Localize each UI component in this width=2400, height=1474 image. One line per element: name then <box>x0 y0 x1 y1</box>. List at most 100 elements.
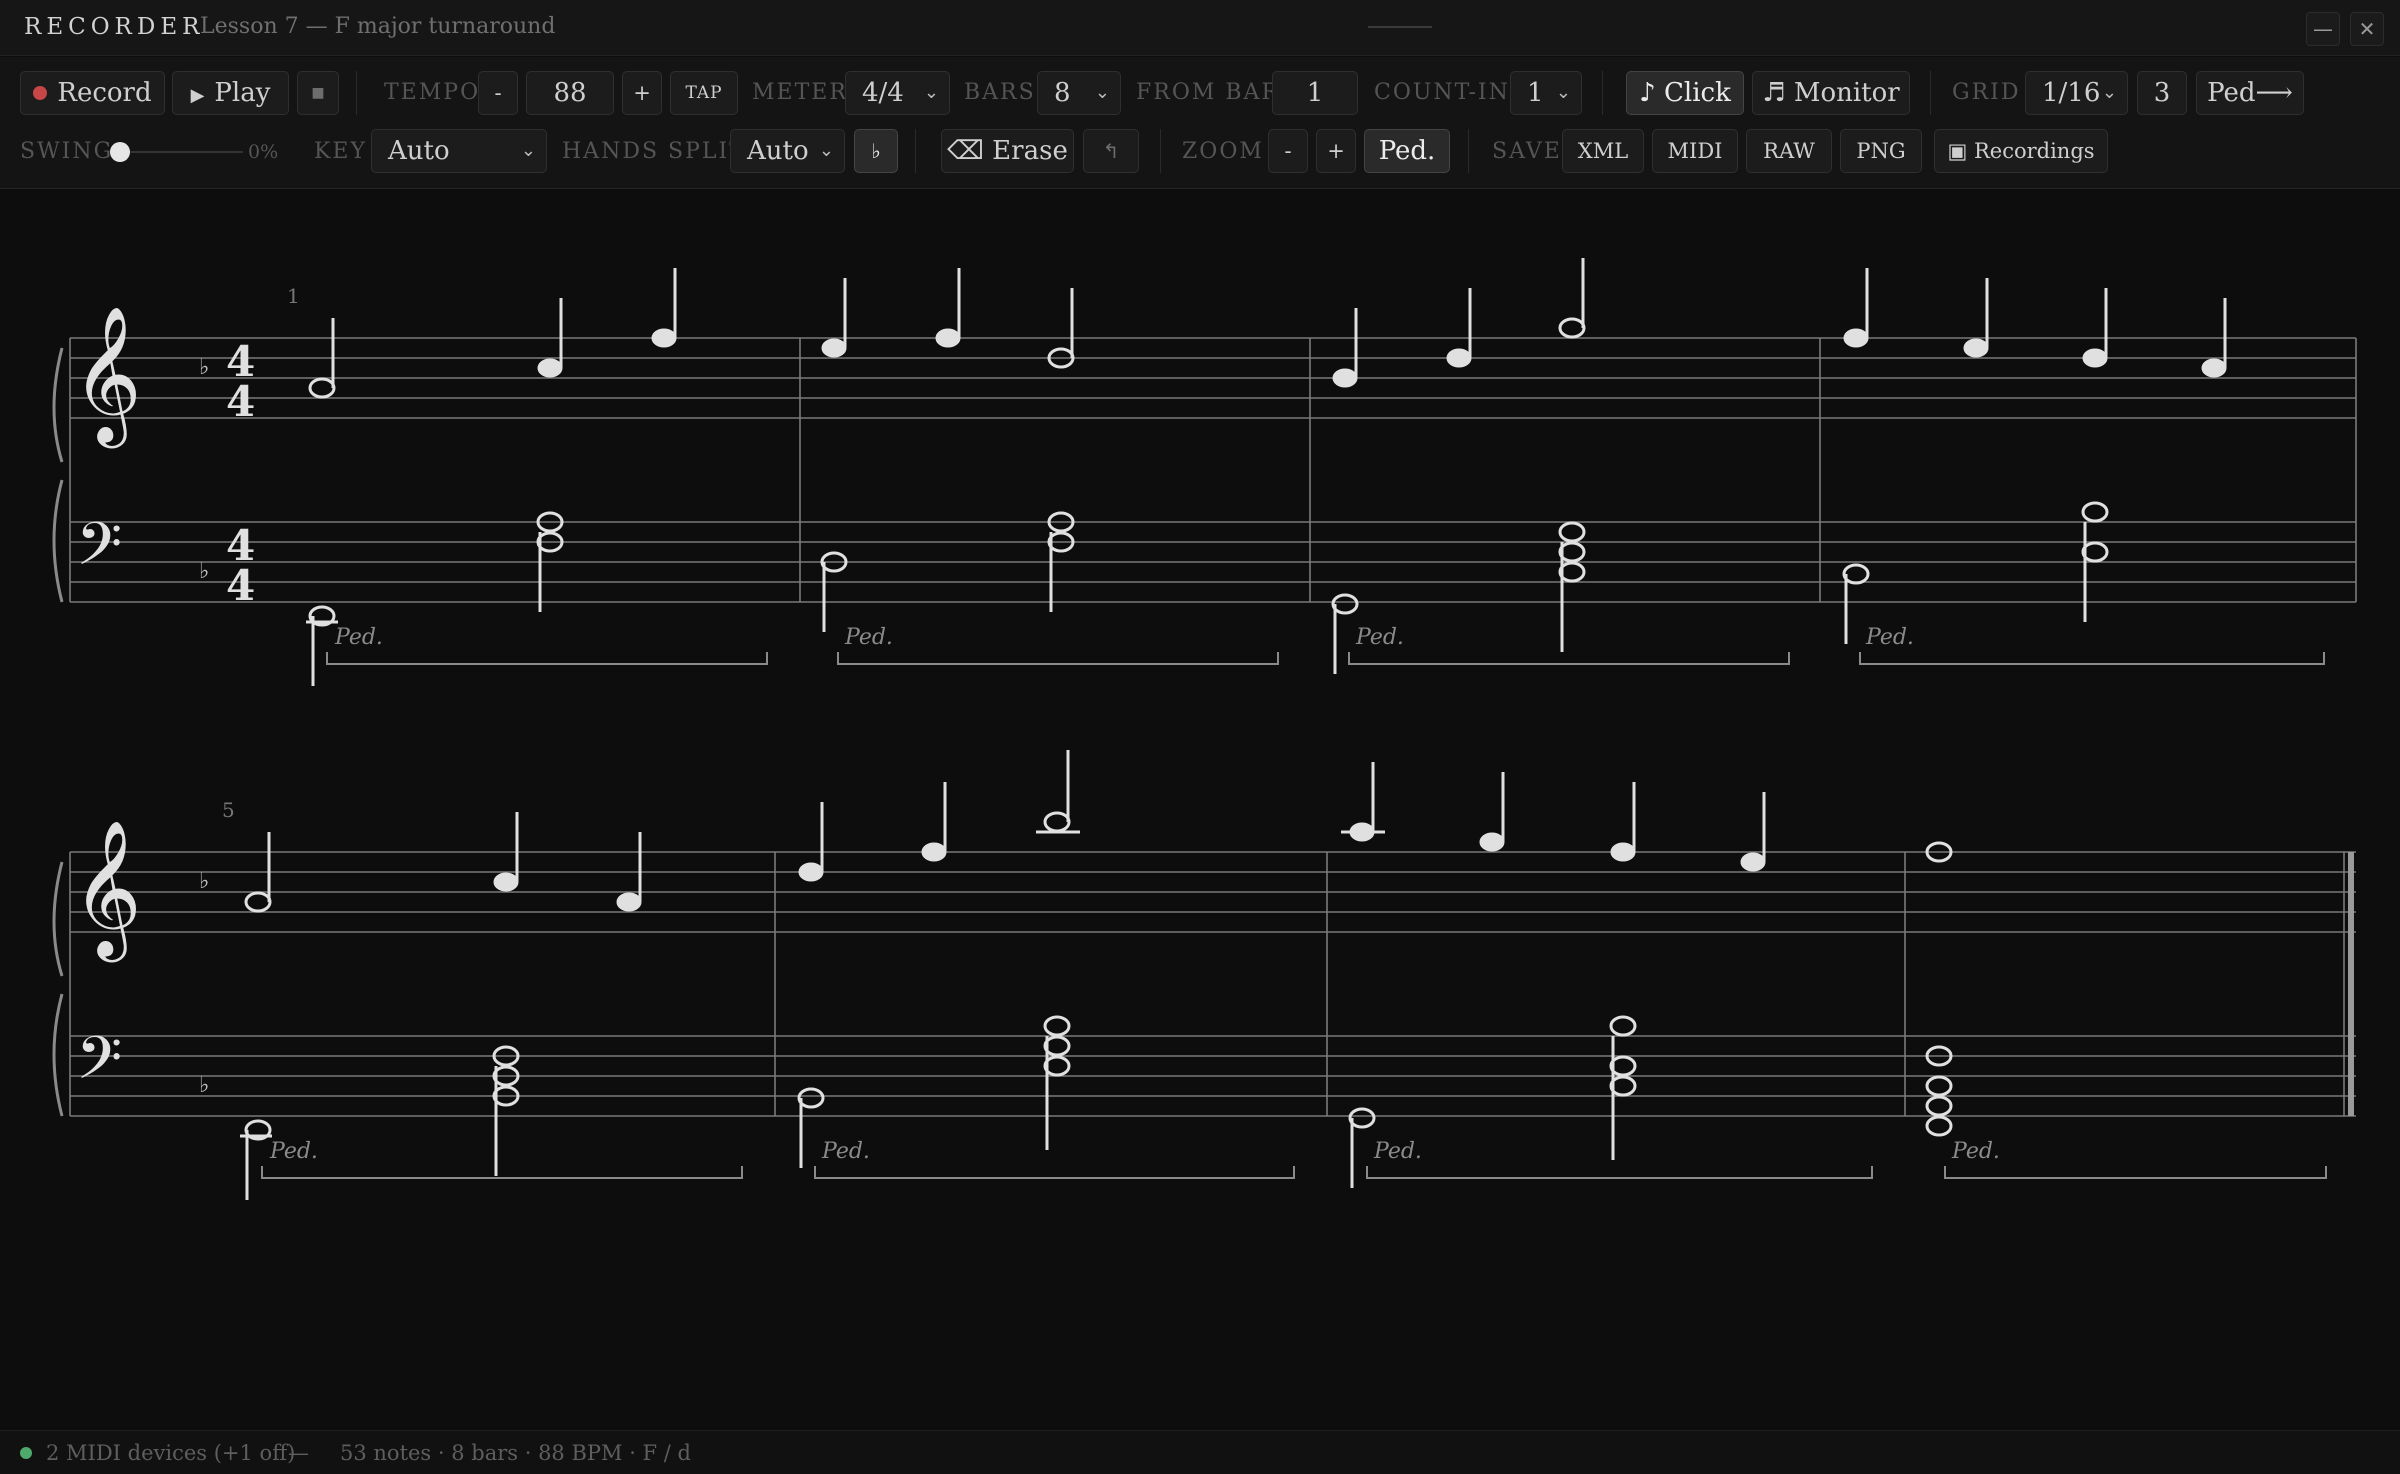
system-1 <box>69 337 2357 603</box>
grid-select[interactable]: 1/16 ⌄ <box>2025 71 2128 115</box>
flat-spelling-toggle[interactable]: ♭ <box>854 129 898 173</box>
note[interactable] <box>1609 1075 1637 1097</box>
key-select[interactable]: Auto ⌄ <box>371 129 547 173</box>
chevron-down-icon: ⌄ <box>520 140 536 161</box>
monitor-toggle[interactable]: ♬ Monitor <box>1752 71 1910 115</box>
note[interactable] <box>798 862 824 882</box>
minimize-button[interactable]: — <box>2306 12 2340 46</box>
note[interactable] <box>1925 1115 1953 1137</box>
note[interactable] <box>244 891 272 913</box>
hands-split-select[interactable]: Auto ⌄ <box>730 129 845 173</box>
note[interactable] <box>1331 593 1359 615</box>
bars-value: 8 <box>1054 78 1071 108</box>
note[interactable] <box>1609 1015 1637 1037</box>
chevron-down-icon: ⌄ <box>2101 82 2117 103</box>
click-toggle[interactable]: ♪ Click <box>1626 71 1744 115</box>
note[interactable] <box>1043 1035 1071 1057</box>
note[interactable] <box>1925 1095 1953 1117</box>
note[interactable] <box>1558 541 1586 563</box>
note[interactable] <box>1043 1015 1071 1037</box>
play-button[interactable]: ▶ Play <box>172 71 289 115</box>
key-signature-flat: ♭ <box>199 869 209 894</box>
midi-device-status[interactable]: 2 MIDI devices (+1 off) <box>46 1431 295 1474</box>
treble-clef: 𝄞 <box>72 304 142 448</box>
note[interactable] <box>2201 358 2227 378</box>
note[interactable] <box>1558 317 1586 339</box>
note[interactable] <box>537 358 563 378</box>
note[interactable] <box>1558 521 1586 543</box>
note[interactable] <box>1842 563 1870 585</box>
note[interactable] <box>1843 328 1869 348</box>
stop-button[interactable]: ■ <box>297 71 339 115</box>
bar-number: 5 <box>222 798 235 822</box>
chevron-down-icon: ⌄ <box>923 82 939 103</box>
note[interactable] <box>1043 811 1071 833</box>
swing-slider-track[interactable] <box>118 151 243 153</box>
note[interactable] <box>797 1087 825 1109</box>
recordings-button[interactable]: ▣ Recordings <box>1934 129 2108 173</box>
note[interactable] <box>651 328 677 348</box>
save-raw-button[interactable]: RAW <box>1746 129 1832 173</box>
note[interactable] <box>2081 501 2109 523</box>
note[interactable] <box>1609 1055 1637 1077</box>
count-in-select[interactable]: 1 ⌄ <box>1510 71 1582 115</box>
save-midi-button[interactable]: MIDI <box>1652 129 1738 173</box>
zoom-out-button[interactable]: - <box>1268 129 1308 173</box>
record-icon <box>33 86 48 100</box>
note[interactable] <box>2081 541 2109 563</box>
note[interactable] <box>308 377 336 399</box>
divider <box>1602 71 1603 115</box>
triplet-toggle[interactable]: 3 <box>2137 71 2187 115</box>
pedal-toggle[interactable]: Ped. <box>1364 129 1450 173</box>
play-icon: ▶ <box>190 85 205 106</box>
note[interactable] <box>1963 338 1989 358</box>
meter-label: METER <box>752 80 848 105</box>
note[interactable] <box>1332 368 1358 388</box>
note[interactable] <box>1348 1107 1376 1129</box>
count-in-value: 1 <box>1527 78 1544 108</box>
note[interactable] <box>821 338 847 358</box>
title-bar: RECORDER Lesson 7 — F major turnaround —… <box>0 0 2400 56</box>
note[interactable] <box>921 842 947 862</box>
tap-tempo-button[interactable]: TAP <box>670 71 738 115</box>
tempo-minus-button[interactable]: - <box>478 71 518 115</box>
close-button[interactable]: ✕ <box>2350 12 2384 46</box>
score-view[interactable]: 𝄞 𝄢 𝄞 𝄢 ♭ ♭ ♭ ♭ 4 4 4 4 1 5 Ped. Ped. Pe… <box>0 190 2400 1430</box>
bar-number: 1 <box>287 284 300 308</box>
erase-button[interactable]: ⌫ Erase <box>941 129 1074 173</box>
save-png-button[interactable]: PNG <box>1840 129 1922 173</box>
note[interactable] <box>1446 348 1472 368</box>
note[interactable] <box>1610 842 1636 862</box>
tempo-plus-button[interactable]: + <box>622 71 662 115</box>
from-bar-label: FROM BAR <box>1136 80 1281 105</box>
save-xml-button[interactable]: XML <box>1562 129 1644 173</box>
time-signature-bottom: 4 <box>226 561 255 610</box>
undo-button[interactable]: ↰ <box>1083 129 1139 173</box>
note[interactable] <box>493 872 519 892</box>
key-value: Auto <box>388 136 450 166</box>
note[interactable] <box>935 328 961 348</box>
drag-handle[interactable] <box>1368 26 1432 28</box>
note[interactable] <box>1479 832 1505 852</box>
pedal-extend-toggle[interactable]: Ped⟶ <box>2196 71 2304 115</box>
bars-select[interactable]: 8 ⌄ <box>1037 71 1121 115</box>
note[interactable] <box>1043 1055 1071 1077</box>
swing-slider-thumb[interactable] <box>110 142 130 162</box>
bass-clef: 𝄢 <box>76 509 122 593</box>
pedal-bracket <box>261 1166 2327 1179</box>
record-button[interactable]: Record <box>20 71 165 115</box>
note[interactable] <box>616 892 642 912</box>
tempo-input[interactable]: 88 <box>526 71 614 115</box>
tempo-label: TEMPO <box>384 80 481 105</box>
count-in-label: COUNT-IN <box>1374 80 1510 105</box>
score-canvas[interactable]: 𝄞 𝄢 𝄞 𝄢 ♭ ♭ ♭ ♭ 4 4 4 4 1 5 Ped. Ped. Pe… <box>0 190 2400 1430</box>
note[interactable] <box>1925 1075 1953 1097</box>
note[interactable] <box>1740 852 1766 872</box>
key-signature-flat: ♭ <box>199 355 209 380</box>
zoom-in-button[interactable]: + <box>1316 129 1356 173</box>
note[interactable] <box>1558 561 1586 583</box>
from-bar-input[interactable]: 1 <box>1272 71 1358 115</box>
note[interactable] <box>2082 348 2108 368</box>
meter-select[interactable]: 4/4 ⌄ <box>845 71 950 115</box>
grid-value: 1/16 <box>2042 78 2101 108</box>
